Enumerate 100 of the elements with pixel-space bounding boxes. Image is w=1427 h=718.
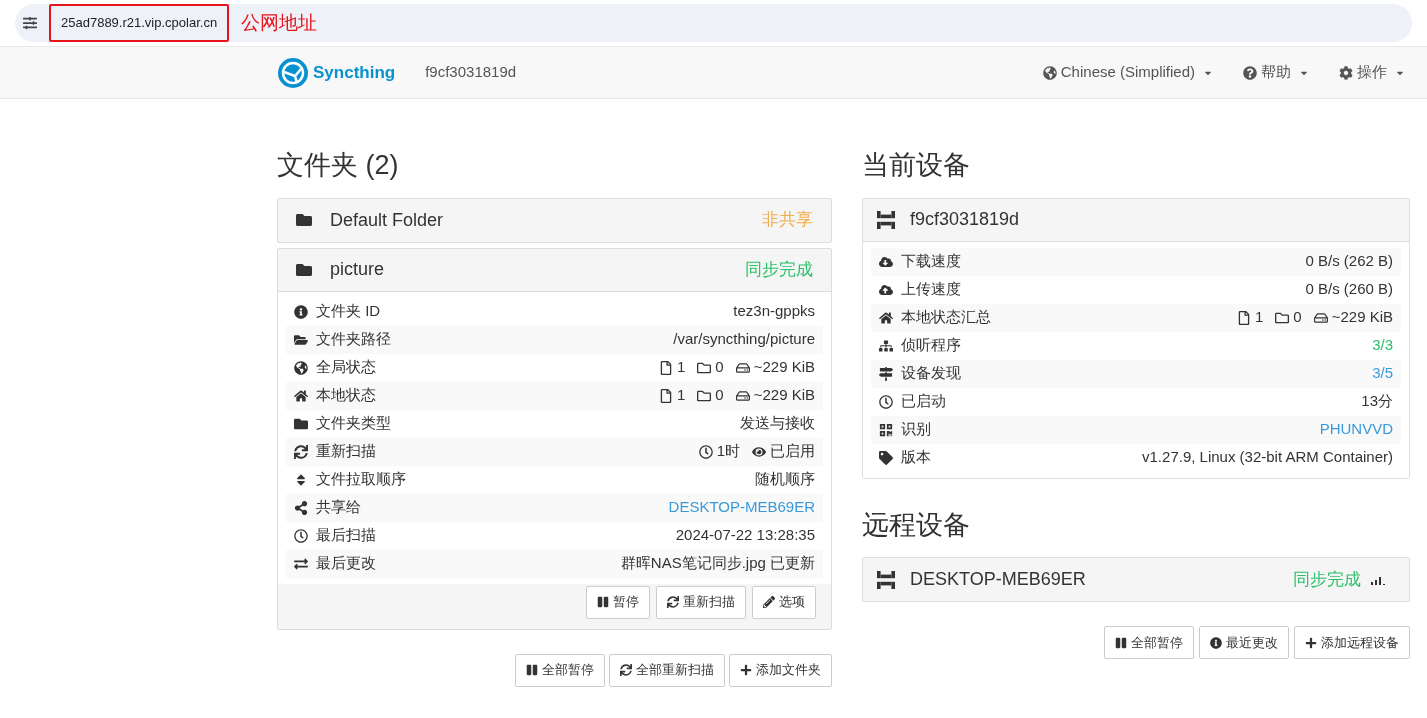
drive-icon [735,360,750,375]
folder-icon [296,261,312,278]
address-bar[interactable]: 25ad7889.r21.vip.cpolar.cn 公网地址 [15,4,1412,42]
menu-dropdown[interactable]: 操作 [1339,61,1405,84]
clock-icon [879,394,893,409]
home-icon [294,388,308,403]
drive-icon [735,388,750,403]
section-title: 远程设备 [862,508,971,542]
clock-icon [294,528,308,543]
row-value: 3/3 [1372,335,1393,356]
pencil-icon [763,596,775,608]
globe-icon [294,360,308,375]
folder-name: picture [330,258,386,281]
folder-icon [296,212,312,228]
tag-icon [879,450,893,465]
device-name: DESKTOP-MEB69ER [910,568,1087,591]
action-button[interactable]: 全部重新扫描 [609,653,725,687]
folder-header[interactable]: picture 同步完成 [278,248,831,292]
signpost-icon [879,366,893,381]
row-value: 0 B/s (260 B) [1305,279,1393,300]
home-icon [879,310,893,325]
row-value: 群晖NAS笔记同步.jpg 已更新 [620,553,815,574]
info-icon [1210,636,1222,649]
stat-value: 1 [1255,307,1264,328]
menu-dropdown[interactable]: Chinese (Simplified) [1042,61,1213,84]
folder-icon [697,388,712,403]
row-label: 文件夹 ID [316,301,381,322]
row-value: 0 B/s (262 B) [1305,251,1393,272]
globe-icon [1042,65,1057,80]
action-button[interactable]: 重新扫描 [656,585,746,619]
folder-icon [294,416,308,431]
action-button[interactable]: 添加文件夹 [729,653,832,687]
menu-dropdown[interactable]: 帮助 [1243,61,1309,84]
row-value: v1.27.9, Linux (32-bit ARM Container) [1142,447,1393,468]
action-button[interactable]: 暂停 [586,585,650,619]
stat-value: ~229 KiB [753,357,815,378]
file-icon [659,360,673,375]
stat-value: 1 [677,357,686,378]
row-label: 上传速度 [901,279,961,300]
action-button[interactable]: 全部暂停 [515,653,605,687]
folder-icon [1275,310,1290,325]
device-name: f9cf3031819d [425,62,517,83]
stat-value: 1 [677,385,686,406]
pause-icon [526,664,538,676]
file-icon [659,388,673,403]
row-label: 全局状态 [316,357,376,378]
row-label: 文件夹类型 [316,413,391,434]
row-label: 重新扫描 [316,441,376,462]
remote-device-panel[interactable]: DESKTOP-MEB69ER 同步完成 [862,557,1410,602]
refresh-icon [294,444,308,459]
rescan-value: 已启用 [770,441,815,462]
cloud-upload-icon [879,282,893,297]
clock-icon [698,444,713,459]
info-icon [294,304,308,319]
sitemap-icon [879,338,893,353]
sort-icon [294,472,308,487]
logo-icon [277,56,309,89]
stat-value: 0 [715,385,724,406]
stat-value: ~229 KiB [753,385,815,406]
row-value: tez3n-gppks [733,301,815,322]
action-button[interactable]: 全部暂停 [1104,626,1194,659]
row-label: 已启动 [901,391,946,412]
row-value: 发送与接收 [740,413,815,434]
site-settings-icon[interactable] [23,16,37,30]
action-button[interactable]: 最近更改 [1199,626,1289,659]
rescan-value: 1时 [716,441,740,462]
folder-status: 非共享 [762,209,813,232]
action-button[interactable]: 添加远程设备 [1294,626,1410,659]
folder-name: Default Folder [330,208,445,232]
refresh-icon [667,596,679,608]
row-label: 文件夹路径 [316,329,391,350]
section-title: 文件夹 (2) [277,149,400,182]
share-icon [294,500,308,515]
pause-icon [1115,636,1127,649]
row-label: 共享给 [316,497,361,518]
row-label: 文件拉取顺序 [316,469,406,490]
row-value: 随机顺序 [755,469,815,490]
url-text: 25ad7889.r21.vip.cpolar.cn [49,4,230,42]
row-label: 识别 [901,419,931,440]
pause-icon [597,596,609,608]
settings-icon [1339,65,1353,80]
identicon-icon [877,570,895,589]
help-icon [1243,65,1257,80]
section-title: 当前设备 [862,149,971,182]
folder-status: 同步完成 [745,258,813,281]
identicon-icon [877,210,895,229]
folder-icon [697,360,712,375]
row-value: 13分 [1361,391,1393,412]
action-button[interactable]: 选项 [752,585,816,619]
folder-header[interactable]: Default Folder 非共享 [278,198,831,242]
eye-icon [752,444,766,459]
plus-icon [740,664,752,676]
row-value: /var/syncthing/picture [673,329,815,350]
device-status: 同步完成 [1293,568,1361,591]
qrcode-icon [879,422,893,437]
row-label: 设备发现 [901,363,961,384]
signal-icon [1371,574,1385,585]
drive-icon [1313,310,1328,325]
row-label: 下载速度 [901,251,961,272]
plus-icon [1305,636,1317,649]
